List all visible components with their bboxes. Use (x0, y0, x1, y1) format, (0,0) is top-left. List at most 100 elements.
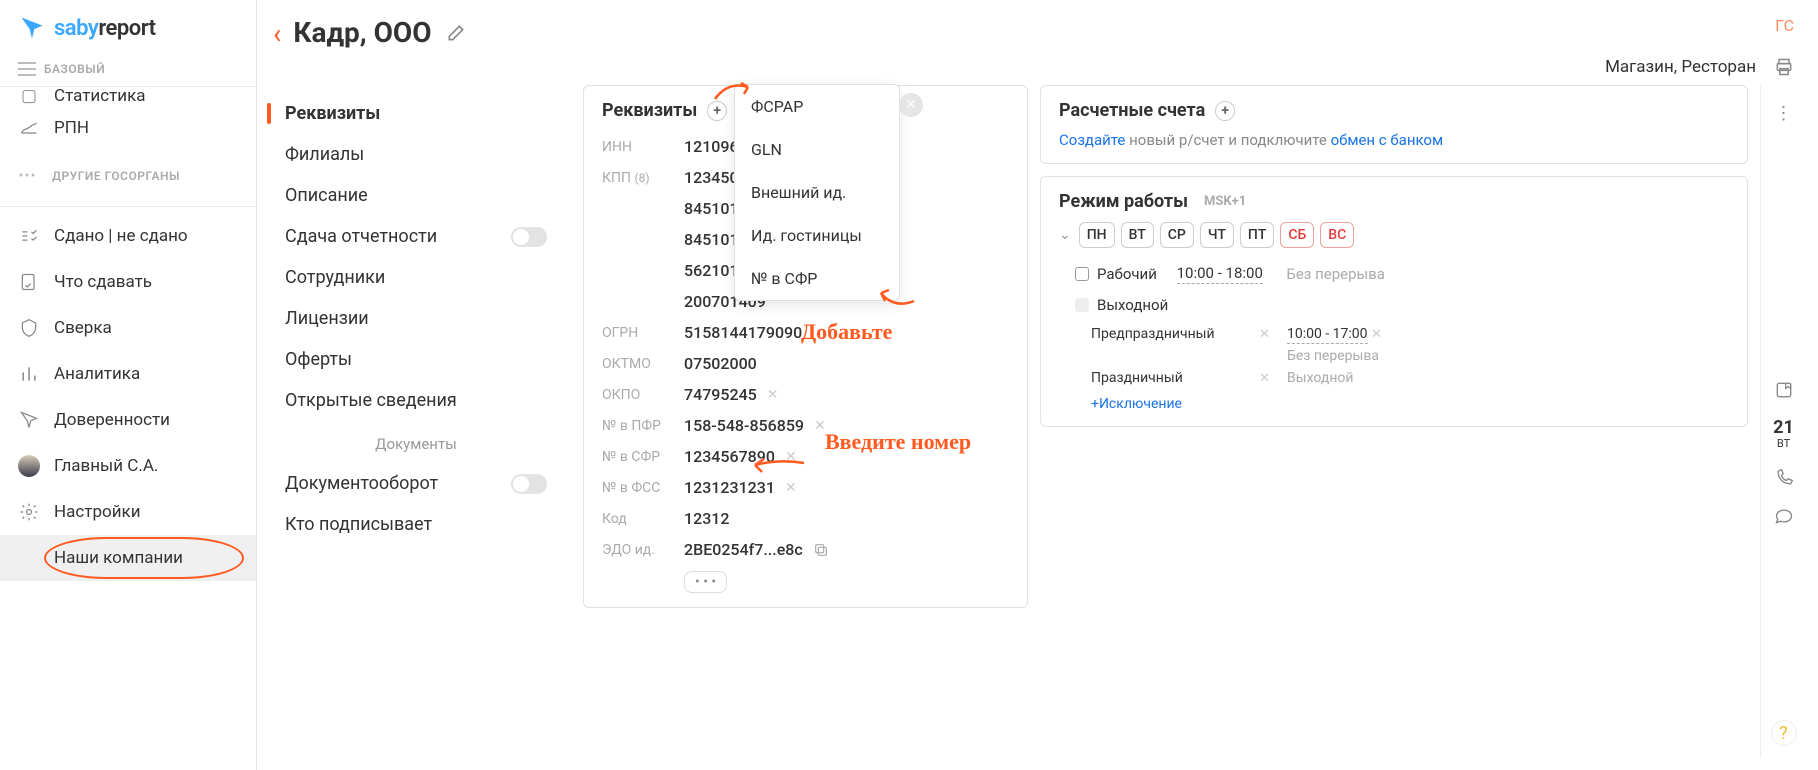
rail-date[interactable]: 21ВТ (1773, 418, 1794, 450)
label-preholiday: Предпраздничный (1091, 326, 1251, 342)
accounts-panel: Расчетные счета+ Создайте новый р/счет и… (1040, 85, 1748, 164)
schedule-title: Режим работы (1059, 191, 1188, 212)
row-dayoff: Выходной (1059, 290, 1729, 320)
add-exception-link[interactable]: +Исключение (1059, 396, 1729, 412)
value-sfr[interactable]: 1234567890 (684, 447, 775, 466)
day-tue[interactable]: ВТ (1121, 222, 1154, 248)
day-mon[interactable]: ПН (1079, 222, 1115, 248)
nav-reconciliation[interactable]: Сверка (0, 305, 256, 351)
back-button[interactable]: ‹ (273, 20, 281, 48)
nav-sent[interactable]: Сдано | не сдано (0, 213, 256, 259)
value-ogrn[interactable]: 5158144179090 (684, 323, 802, 342)
nav-settings[interactable]: Настройки (0, 489, 256, 535)
schedule-panel: Режим работы MSK+1 ⌄ ПН ВТ СР ЧТ ПТ СБ ВС… (1040, 176, 1748, 427)
create-account-link[interactable]: Создайте (1059, 131, 1125, 149)
checkbox-dayoff[interactable] (1075, 298, 1089, 312)
value-okpo[interactable]: 74795245 (684, 385, 757, 404)
value-oktmo[interactable]: 07502000 (684, 354, 757, 373)
menu-icon[interactable] (18, 62, 36, 76)
company-tags[interactable]: Магазин, Ресторан (1605, 57, 1760, 77)
chevron-down-icon[interactable]: ⌄ (1059, 227, 1071, 243)
nav-rpn[interactable]: РПН (0, 105, 256, 151)
tab-licenses[interactable]: Лицензии (261, 298, 571, 339)
rail-more-icon[interactable]: ⋮ (1775, 103, 1793, 124)
remove-holiday[interactable]: ✕ (1259, 371, 1279, 386)
requisites-title: Реквизиты (602, 100, 697, 121)
nav-todo[interactable]: Что сдавать (0, 259, 256, 305)
toggle-docflow[interactable] (511, 474, 547, 494)
main: ‹ Кадр, ООО ГС Магазин, Ресторан (257, 0, 1818, 770)
plan-row: БАЗОВЫЙ (0, 56, 256, 87)
day-thu[interactable]: ЧТ (1200, 222, 1234, 248)
remove-pfr[interactable]: ✕ (814, 418, 826, 434)
rail-chat-icon[interactable] (1774, 506, 1794, 526)
sidebar: sabyreport БАЗОВЫЙ ▢Статистика РПН ⋯ДРУГ… (0, 0, 257, 770)
dd-fsrar[interactable]: ФСРАР (735, 85, 899, 128)
working-break[interactable]: Без перерыва (1286, 265, 1385, 283)
tab-signers[interactable]: Кто подписывает (261, 504, 571, 545)
tab-description[interactable]: Описание (261, 175, 571, 216)
user-initials[interactable]: ГС (1775, 16, 1794, 35)
more-button[interactable]: • • • (684, 571, 727, 593)
rail-note-icon[interactable] (1774, 380, 1794, 400)
remove-okpo[interactable]: ✕ (767, 387, 779, 403)
rail-phone-icon[interactable] (1774, 468, 1794, 488)
value-pfr[interactable]: 158-548-856859 (684, 416, 804, 435)
checkbox-working[interactable] (1075, 267, 1089, 281)
label-sfr: № в СФР (602, 449, 684, 465)
value-code[interactable]: 12312 (684, 509, 729, 528)
label-kpp: КПП (8) (602, 170, 684, 186)
remove-fss[interactable]: ✕ (785, 480, 797, 496)
tab-branches[interactable]: Филиалы (261, 134, 571, 175)
remove-preholiday-time[interactable]: ✕ (1371, 327, 1382, 342)
remove-sfr[interactable]: ✕ (785, 449, 797, 465)
nav-our-companies[interactable]: Наши компании (0, 535, 256, 581)
day-sun[interactable]: ВС (1320, 222, 1354, 248)
nav-user[interactable]: Главный С.А. (0, 443, 256, 489)
tab-employees[interactable]: Сотрудники (261, 257, 571, 298)
toggle-reporting[interactable] (511, 227, 547, 247)
timezone-label[interactable]: MSK+1 (1204, 194, 1246, 209)
avatar-icon (18, 455, 40, 477)
topbar: ‹ Кадр, ООО ГС Магазин, Ресторан (257, 0, 1818, 85)
tab-offers[interactable]: Оферты (261, 339, 571, 380)
add-account-button[interactable]: + (1215, 101, 1235, 121)
rail-help-icon[interactable]: ? (1771, 720, 1797, 746)
right-rail: ⋮ 21ВТ ? (1760, 85, 1806, 758)
value-edo[interactable]: 2BE0254f7...e8c (684, 540, 803, 559)
label-edo: ЭДО ид. (602, 542, 684, 558)
working-hours[interactable]: 10:00 - 18:00 (1177, 264, 1263, 284)
day-fri[interactable]: ПТ (1240, 222, 1274, 248)
remove-preholiday[interactable]: ✕ (1259, 327, 1279, 342)
edit-icon[interactable] (446, 23, 466, 43)
tab-section-docs: Документы (261, 421, 571, 463)
day-sat[interactable]: СБ (1280, 222, 1314, 248)
tab-opendata[interactable]: Открытые сведения (261, 380, 571, 421)
requisites-panel: Реквизиты + ✕ ФСРАР GLN Внешний ид. Ид. … (583, 85, 1028, 608)
tab-requisites[interactable]: Реквизиты (261, 93, 571, 134)
copy-edo-icon[interactable] (813, 542, 829, 558)
plan-label: БАЗОВЫЙ (44, 62, 105, 76)
dd-extid[interactable]: Внешний ид. (735, 171, 899, 214)
tab-reporting[interactable]: Сдача отчетности (261, 216, 571, 257)
add-requisite-button[interactable]: + (707, 101, 727, 121)
holiday-value[interactable]: Выходной (1287, 370, 1437, 386)
dd-sfr[interactable]: № в СФР (735, 257, 899, 300)
dropdown-close-icon[interactable]: ✕ (899, 93, 923, 117)
preholiday-break[interactable]: Без перерыва (1287, 348, 1437, 364)
nav-statistics[interactable]: ▢Статистика (0, 87, 256, 105)
dd-hotelid[interactable]: Ид. гостиницы (735, 214, 899, 257)
tab-docflow[interactable]: Документооборот (261, 463, 571, 504)
logo[interactable]: sabyreport (0, 0, 256, 56)
dd-gln[interactable]: GLN (735, 128, 899, 171)
preholiday-hours[interactable]: 10:00 - 17:00 (1287, 326, 1368, 344)
bank-exchange-link[interactable]: обмен с банком (1331, 131, 1444, 149)
print-icon[interactable] (1774, 57, 1794, 77)
nav-proxy[interactable]: Доверенности (0, 397, 256, 443)
day-wed[interactable]: СР (1160, 222, 1194, 248)
label-inn: ИНН (602, 139, 684, 155)
page-title: Кадр, ООО (293, 16, 431, 49)
value-fss[interactable]: 1231231231 (684, 478, 775, 497)
nav-analytics[interactable]: Аналитика (0, 351, 256, 397)
right-column: Расчетные счета+ Создайте новый р/счет и… (1040, 85, 1748, 758)
